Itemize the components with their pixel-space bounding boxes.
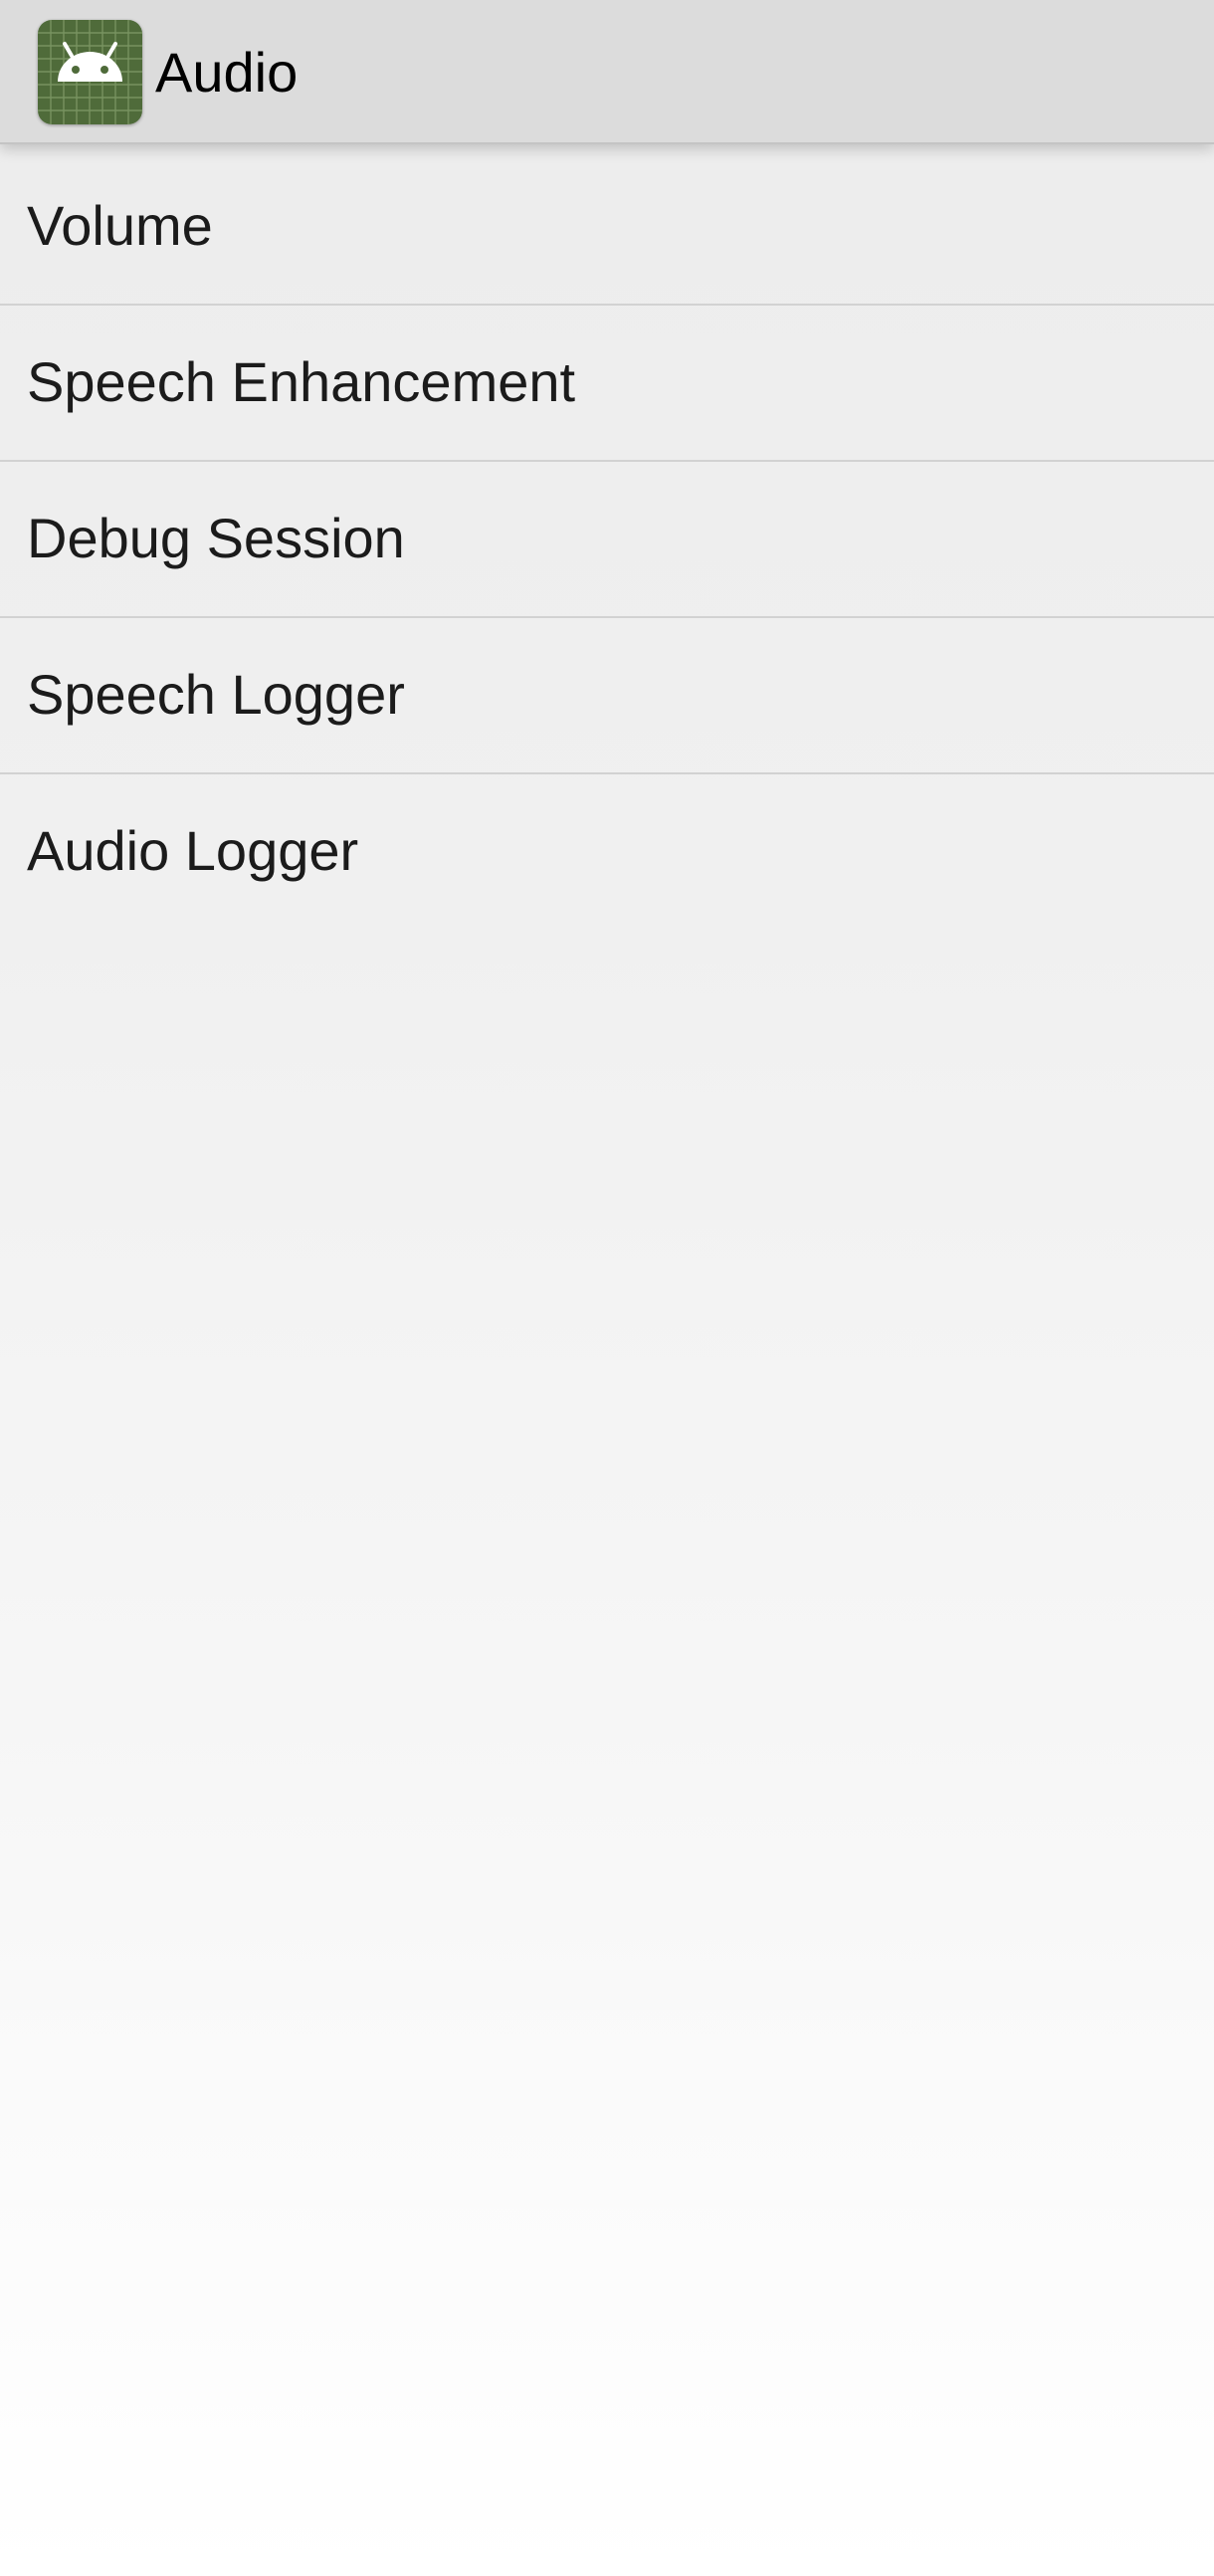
list-item-label: Debug Session <box>27 507 405 569</box>
android-robot-icon <box>38 20 142 124</box>
list-item-volume[interactable]: Volume <box>0 149 1214 306</box>
list-item-label: Speech Enhancement <box>27 350 576 413</box>
list-item-debug-session[interactable]: Debug Session <box>0 462 1214 618</box>
list-item-label: Audio Logger <box>27 819 359 882</box>
list-item-speech-enhancement[interactable]: Speech Enhancement <box>0 306 1214 462</box>
list-item-label: Volume <box>27 194 213 257</box>
list-item-speech-logger[interactable]: Speech Logger <box>0 618 1214 774</box>
list-item-label: Speech Logger <box>27 663 405 726</box>
app-title: Audio <box>155 41 299 104</box>
app-bar: Audio <box>0 0 1214 144</box>
settings-list: Volume Speech Enhancement Debug Session … <box>0 149 1214 931</box>
list-item-audio-logger[interactable]: Audio Logger <box>0 774 1214 931</box>
